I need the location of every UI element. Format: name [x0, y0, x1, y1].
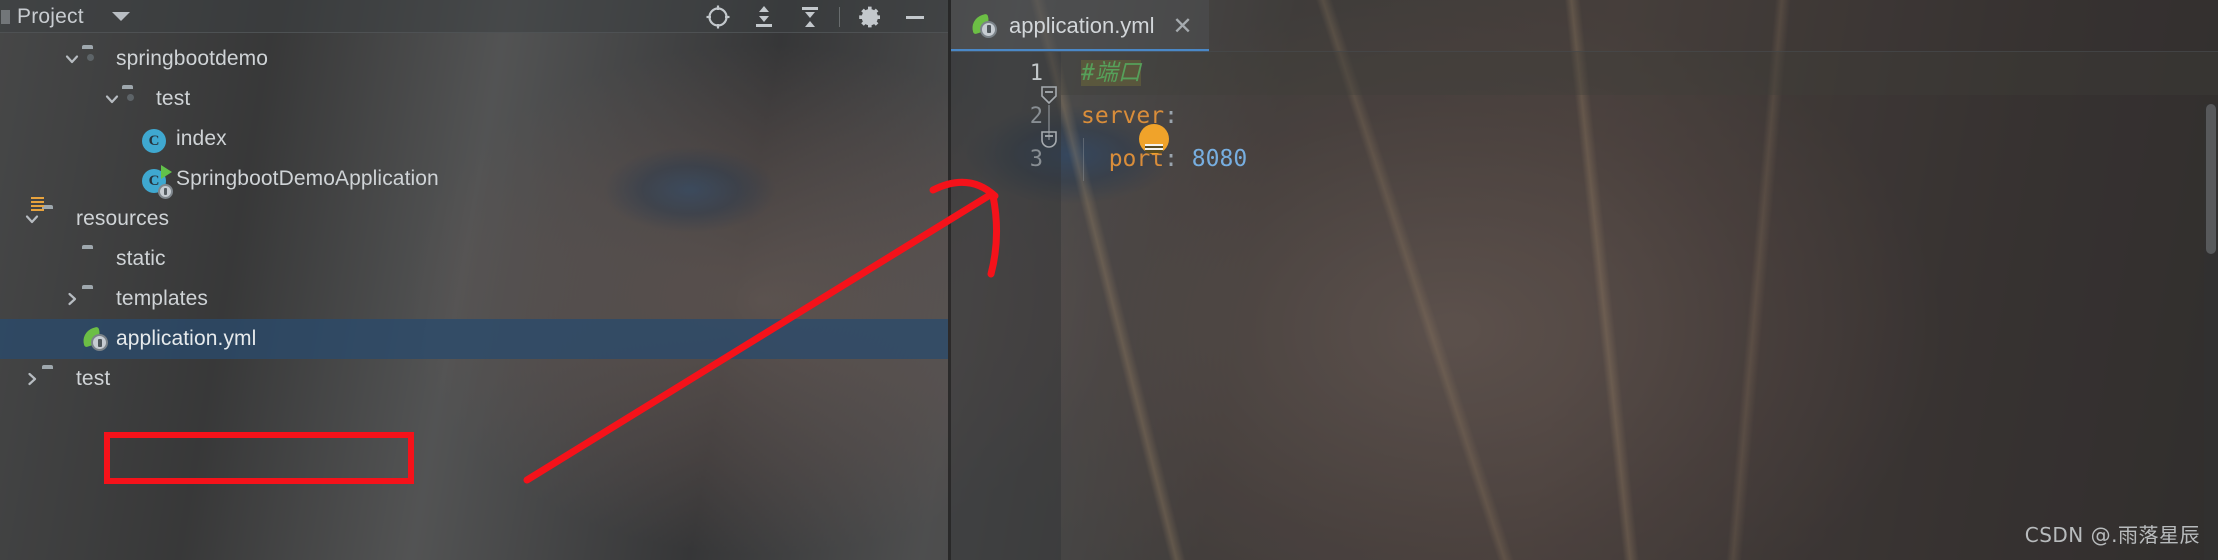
locate-icon[interactable] — [695, 0, 741, 33]
tree-row-springbootdemo[interactable]: springbootdemo — [0, 39, 948, 79]
chevron-right-icon[interactable] — [22, 369, 42, 389]
lightbulb-icon[interactable] — [1139, 124, 1169, 154]
code-line-2[interactable]: server: — [1061, 95, 2218, 138]
code-line-3[interactable]: port: 8080 — [1061, 138, 2218, 181]
tree-row-label: springbootdemo — [116, 47, 268, 70]
project-panel-toolbar — [695, 0, 948, 33]
fold-marker-icon[interactable] — [1039, 128, 1059, 148]
tree-row-label: static — [116, 247, 166, 270]
tree-row-label: SpringbootDemoApplication — [176, 167, 439, 190]
comment-token: #端口 — [1081, 60, 1141, 86]
editor-tabbar: application.yml ✕ — [951, 0, 2218, 52]
minimize-icon[interactable] — [892, 0, 938, 33]
tree-row-index[interactable]: C index — [0, 119, 948, 159]
chevron-down-icon[interactable] — [111, 12, 130, 21]
tree-row-static[interactable]: static — [0, 239, 948, 279]
spring-yaml-icon — [968, 12, 999, 39]
gear-icon[interactable] — [846, 0, 892, 33]
ide-window: Project springbootdemo test C index C Sp… — [0, 0, 2218, 560]
tree-row-label: test — [76, 367, 111, 390]
tree-row-templates[interactable]: templates — [0, 279, 948, 319]
tree-row-resources[interactable]: resources — [0, 199, 948, 239]
toolbar-divider — [839, 6, 840, 27]
editor-scrollbar[interactable] — [2204, 104, 2218, 560]
tree-row-label: test — [156, 87, 191, 110]
code-editor[interactable]: 1 2 3 #端口 server: port: 8080 — [951, 52, 2218, 560]
java-class-icon: C — [142, 128, 168, 153]
folder-icon — [82, 248, 108, 270]
tab-label: application.yml — [1009, 13, 1155, 38]
project-panel-title: Project — [17, 4, 84, 28]
chevron-down-icon[interactable] — [22, 209, 42, 229]
tree-row-label: resources — [76, 207, 170, 230]
tree-row-springbootdemoapplication[interactable]: C SpringbootDemoApplication — [0, 159, 948, 199]
csdn-watermark: CSDN @.雨落星辰 — [2024, 523, 2200, 547]
fold-marker-icon[interactable] — [1039, 85, 1059, 105]
yaml-colon-token: : — [1164, 103, 1178, 129]
editor-area: application.yml ✕ 1 2 3 #端口 server: port… — [951, 0, 2218, 560]
module-folder-icon — [82, 48, 108, 70]
chevron-right-icon[interactable] — [62, 289, 82, 309]
folder-icon — [82, 288, 108, 310]
project-panel-header: Project — [0, 0, 948, 33]
chevron-down-icon[interactable] — [62, 49, 82, 69]
tree-row-label: index — [176, 127, 227, 150]
spring-yaml-icon — [79, 326, 108, 351]
tree-row-label: application.yml — [116, 327, 257, 350]
indent-guide — [1083, 138, 1084, 181]
tree-row-test-root[interactable]: test — [0, 359, 948, 399]
spring-boot-class-run-icon: C — [142, 165, 173, 199]
code-line-1[interactable]: #端口 — [1061, 52, 2218, 95]
panel-stripe-icon — [1, 9, 10, 24]
tree-row-label: templates — [116, 287, 208, 310]
project-tool-window: Project springbootdemo test C index C Sp… — [0, 0, 948, 560]
resources-folder-icon — [42, 208, 68, 230]
tab-application-yml[interactable]: application.yml ✕ — [951, 0, 1209, 52]
collapse-all-icon[interactable] — [787, 0, 833, 33]
tree-row-application-yml[interactable]: application.yml — [0, 319, 948, 359]
annotation-highlight-rect — [104, 432, 414, 484]
expand-all-icon[interactable] — [741, 0, 787, 33]
code-lines[interactable]: #端口 server: port: 8080 — [1061, 52, 2218, 560]
module-folder-icon — [122, 88, 148, 110]
close-icon[interactable]: ✕ — [1173, 14, 1193, 38]
yaml-colon-token: : — [1164, 146, 1192, 172]
folder-icon — [42, 368, 68, 390]
tree-row-test-module[interactable]: test — [0, 79, 948, 119]
scrollbar-thumb[interactable] — [2206, 104, 2216, 254]
project-tree: springbootdemo test C index C Springboot… — [0, 33, 948, 399]
yaml-value-token: 8080 — [1191, 146, 1248, 172]
chevron-down-icon[interactable] — [102, 89, 122, 109]
